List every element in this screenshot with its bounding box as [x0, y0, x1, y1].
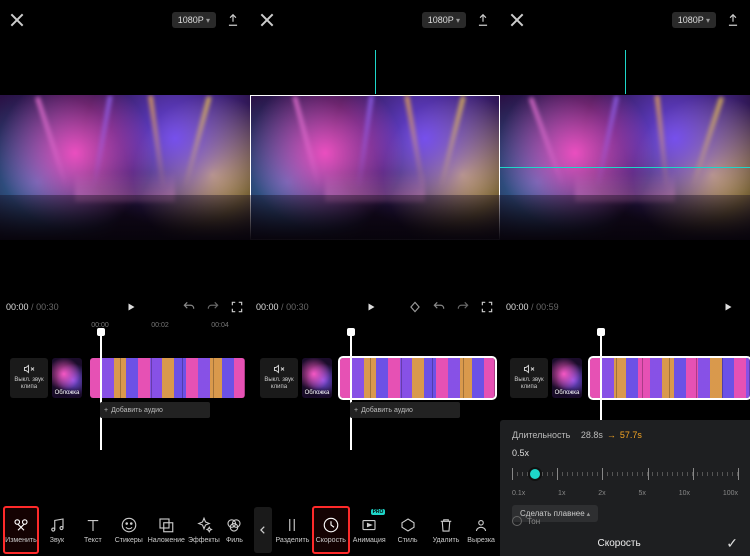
export-icon[interactable]	[226, 13, 240, 27]
duration-readout: Длительность 28.8s → 57.7s	[512, 430, 738, 440]
panel-3: 1080P 00:00 / 00:59 Выкл. звуккл	[500, 0, 750, 556]
cover-thumbnail[interactable]: Обложка	[52, 358, 82, 398]
current-time: 00:00 / 00:30	[6, 302, 59, 312]
main-toolbar: Изменить Звук Текст Стикеры Наложение Эф…	[0, 504, 250, 556]
resolution-select[interactable]: 1080P	[672, 12, 716, 28]
tool-cutout[interactable]: Вырезка	[466, 507, 496, 553]
tool-effects[interactable]: Эффекты	[187, 507, 221, 553]
tone-toggle[interactable]: Тон	[512, 516, 540, 526]
playhead[interactable]	[350, 332, 352, 450]
add-audio-button[interactable]: +Добавить аудио	[100, 402, 210, 418]
close-icon[interactable]	[510, 13, 524, 27]
tool-speed[interactable]: Скорость	[313, 507, 349, 553]
redo-icon[interactable]	[456, 300, 470, 314]
keyframe-icon[interactable]	[408, 300, 422, 314]
tool-overlay[interactable]: Наложение	[148, 507, 185, 553]
tool-audio[interactable]: Звук	[40, 507, 74, 553]
cover-thumbnail[interactable]: Обложка	[302, 358, 332, 398]
close-icon[interactable]	[260, 13, 274, 27]
mute-clip-audio[interactable]: Выкл. звукклипа	[10, 358, 48, 398]
panel-1: 1080P 00:00 / 00:30 0	[0, 0, 250, 556]
redo-icon[interactable]	[206, 300, 220, 314]
radio-icon	[512, 516, 522, 526]
resolution-select[interactable]: 1080P	[172, 12, 216, 28]
add-audio-button[interactable]: +Добавить аудио	[350, 402, 460, 418]
playhead[interactable]	[100, 332, 102, 450]
speed-slider-knob[interactable]	[528, 467, 542, 481]
scrub-indicator	[625, 50, 626, 94]
video-clip[interactable]	[90, 358, 245, 398]
undo-icon[interactable]	[432, 300, 446, 314]
tool-delete[interactable]: Удалить	[428, 507, 464, 553]
current-time: 00:00 / 00:59	[506, 302, 559, 312]
tool-split[interactable]: Разделить	[274, 507, 310, 553]
current-time: 00:00 / 00:30	[256, 302, 309, 312]
panel-2: 1080P 00:00 / 00:30	[250, 0, 500, 556]
video-preview[interactable]	[250, 95, 500, 240]
toolbar-back[interactable]	[254, 507, 272, 553]
tool-style[interactable]: Стиль	[389, 507, 425, 553]
timeline-ruler[interactable]: 00:00 00:02 00:04	[0, 322, 250, 334]
fullscreen-icon[interactable]	[230, 300, 244, 314]
playhead[interactable]	[600, 332, 602, 422]
current-speed: 0.5x	[512, 448, 738, 458]
undo-icon[interactable]	[182, 300, 196, 314]
video-clip-selected[interactable]	[590, 358, 750, 398]
play-button[interactable]	[722, 301, 734, 313]
video-clip-selected[interactable]	[340, 358, 495, 398]
tool-filters[interactable]: Филь	[223, 507, 246, 553]
tool-edit[interactable]: Изменить	[4, 507, 38, 553]
speed-slider[interactable]	[512, 462, 738, 488]
tool-text[interactable]: Текст	[76, 507, 110, 553]
scrub-indicator	[375, 50, 376, 94]
tool-animation[interactable]: PRO Анимация	[351, 507, 387, 553]
fullscreen-icon[interactable]	[480, 300, 494, 314]
resolution-select[interactable]: 1080P	[422, 12, 466, 28]
close-icon[interactable]	[10, 13, 24, 27]
speed-panel: Длительность 28.8s → 57.7s 0.5x 0.1x 1x …	[500, 420, 750, 556]
mute-clip-audio[interactable]: Выкл. звукклипа	[260, 358, 298, 398]
export-icon[interactable]	[726, 13, 740, 27]
play-button[interactable]	[125, 301, 137, 313]
clip-toolbar: Разделить Скорость PRO Анимация Стиль Уд…	[250, 504, 500, 556]
export-icon[interactable]	[476, 13, 490, 27]
play-button[interactable]	[365, 301, 377, 313]
tool-stickers[interactable]: Стикеры	[112, 507, 146, 553]
preview-scrub	[500, 167, 750, 168]
panel-title: Скорость	[598, 538, 641, 549]
pro-badge: PRO	[371, 509, 386, 515]
confirm-check-icon[interactable]: ✓	[726, 535, 738, 552]
video-preview[interactable]	[0, 95, 250, 240]
video-preview[interactable]	[500, 95, 750, 240]
mute-clip-audio[interactable]: Выкл. звукклипа	[510, 358, 548, 398]
cover-thumbnail[interactable]: Обложка	[552, 358, 582, 398]
speed-slider-labels: 0.1x 1x 2x 5x 10x 100x	[512, 490, 738, 497]
